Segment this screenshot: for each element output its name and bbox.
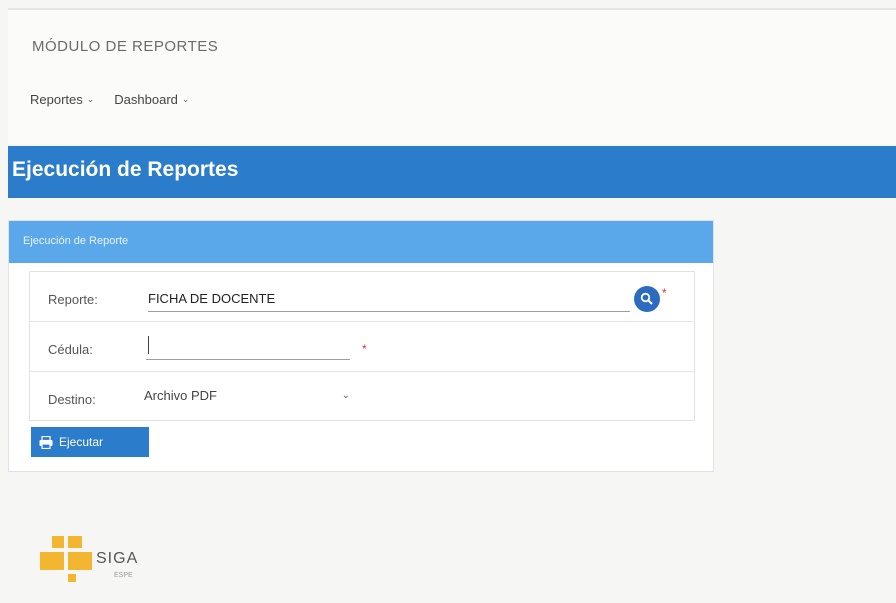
page-title: Ejecución de Reportes	[12, 158, 239, 181]
logo-text: SIGA	[96, 550, 139, 567]
search-report-button[interactable]	[634, 286, 660, 312]
chevron-down-icon: ⌄	[181, 94, 190, 104]
chevron-down-icon: ⌄	[341, 390, 350, 401]
panel-title: Ejecución de Reporte	[23, 235, 129, 247]
report-form: Reporte: FICHA DE DOCENTE * Cédula: * De…	[29, 271, 695, 421]
run-button-label: Ejecutar	[59, 435, 104, 449]
module-title: MÓDULO DE REPORTES	[32, 38, 219, 55]
menu-item-label: Reportes	[30, 92, 83, 107]
run-report-button[interactable]: Ejecutar	[31, 427, 149, 457]
menu-item-dashboard[interactable]: Dashboard ⌄	[114, 92, 189, 107]
page-title-banner: Ejecución de Reportes	[8, 146, 896, 198]
destino-selected-value: Archivo PDF	[144, 388, 217, 403]
reporte-field[interactable]: FICHA DE DOCENTE	[148, 282, 630, 312]
destino-label: Destino:	[48, 392, 96, 407]
form-row-reporte: Reporte: FICHA DE DOCENTE *	[30, 272, 694, 322]
reporte-label: Reporte:	[48, 292, 98, 307]
main-menu: Reportes ⌄ Dashboard ⌄	[30, 92, 189, 107]
form-row-destino: Destino: Archivo PDF ⌄	[30, 372, 694, 422]
cedula-label: Cédula:	[48, 342, 93, 357]
required-mark: *	[362, 342, 367, 356]
logo-subtext: ESPE	[114, 572, 133, 579]
menu-item-label: Dashboard	[114, 92, 178, 107]
panel-header: Ejecución de Reporte	[9, 221, 713, 263]
top-header: MÓDULO DE REPORTES Reportes ⌄ Dashboard …	[8, 8, 896, 144]
menu-item-reportes[interactable]: Reportes ⌄	[30, 92, 94, 107]
text-cursor	[148, 336, 149, 354]
destino-select[interactable]: Archivo PDF ⌄	[144, 382, 350, 412]
search-icon	[640, 292, 653, 305]
cedula-input[interactable]	[146, 334, 350, 360]
required-mark: *	[662, 286, 667, 300]
form-row-cedula: Cédula: *	[30, 322, 694, 372]
chevron-down-icon: ⌄	[86, 94, 95, 104]
printer-icon	[39, 435, 53, 449]
siga-logo: SIGA ESPE	[40, 536, 170, 586]
report-panel: Ejecución de Reporte Reporte: FICHA DE D…	[8, 220, 714, 472]
